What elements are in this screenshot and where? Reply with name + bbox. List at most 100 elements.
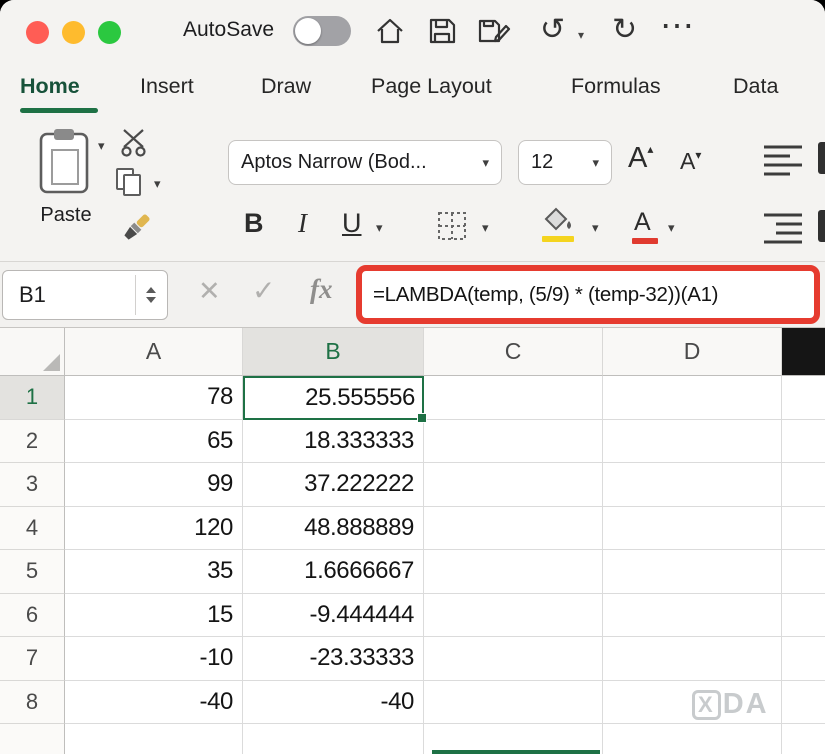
font-size-select[interactable]: 12 ▾ xyxy=(518,140,612,185)
font-name-select[interactable]: Aptos Narrow (Bod... ▾ xyxy=(228,140,502,185)
column-header-c[interactable]: C xyxy=(424,328,603,376)
shrink-font-button[interactable]: A▾ xyxy=(680,148,701,175)
cell-E3[interactable] xyxy=(782,463,825,507)
more-commands-icon[interactable]: ⋯ xyxy=(660,10,696,42)
cell-C7[interactable] xyxy=(424,637,603,681)
borders-chevron-icon[interactable]: ▾ xyxy=(482,220,489,236)
cell-B8[interactable]: -40 xyxy=(243,681,424,725)
row-header-1[interactable]: 1 xyxy=(0,376,65,420)
autosave-toggle[interactable] xyxy=(293,16,351,46)
cell-B4[interactable]: 48.888889 xyxy=(243,507,424,551)
row-header-6[interactable]: 6 xyxy=(0,594,65,638)
redo-icon[interactable]: ↻ xyxy=(612,14,637,46)
cell-E1[interactable] xyxy=(782,376,825,420)
name-box-stepper[interactable] xyxy=(135,275,165,315)
cell-A3[interactable]: 99 xyxy=(65,463,243,507)
cell-C3[interactable] xyxy=(424,463,603,507)
copy-dropdown-chevron-icon[interactable]: ▾ xyxy=(154,176,161,192)
insert-function-icon[interactable]: fx xyxy=(310,274,333,305)
cell-D7[interactable] xyxy=(603,637,782,681)
cell-A1[interactable]: 78 xyxy=(65,376,243,420)
stepper-up-icon[interactable] xyxy=(146,287,156,293)
cell-B3[interactable]: 37.222222 xyxy=(243,463,424,507)
cell-A8[interactable]: -40 xyxy=(65,681,243,725)
italic-button[interactable]: I xyxy=(298,208,307,239)
cell-C1[interactable] xyxy=(424,376,603,420)
save-as-icon[interactable] xyxy=(476,15,508,47)
tab-page-layout[interactable]: Page Layout xyxy=(371,74,492,99)
row-header-7[interactable]: 7 xyxy=(0,637,65,681)
bold-button[interactable]: B xyxy=(244,208,264,239)
row-header-5[interactable]: 5 xyxy=(0,550,65,594)
cell-B7[interactable]: -23.33333 xyxy=(243,637,424,681)
row-header-9[interactable] xyxy=(0,724,65,754)
home-icon[interactable] xyxy=(374,15,406,47)
cell-B2[interactable]: 18.333333 xyxy=(243,420,424,464)
cell-D4[interactable] xyxy=(603,507,782,551)
cell-E6[interactable] xyxy=(782,594,825,638)
cell-A6[interactable]: 15 xyxy=(65,594,243,638)
cell-D6[interactable] xyxy=(603,594,782,638)
zoom-window-button[interactable] xyxy=(98,21,121,44)
borders-icon[interactable] xyxy=(436,210,468,242)
cell-B9[interactable] xyxy=(243,724,424,754)
cell-A2[interactable]: 65 xyxy=(65,420,243,464)
confirm-entry-icon[interactable]: ✓ xyxy=(252,274,275,307)
cell-E8[interactable] xyxy=(782,681,825,725)
cell-D9[interactable] xyxy=(603,724,782,754)
cell-A5[interactable]: 35 xyxy=(65,550,243,594)
underline-chevron-icon[interactable]: ▾ xyxy=(376,220,383,236)
font-color-icon[interactable]: A xyxy=(634,208,651,237)
cell-A4[interactable]: 120 xyxy=(65,507,243,551)
cell-A7[interactable]: -10 xyxy=(65,637,243,681)
cell-C6[interactable] xyxy=(424,594,603,638)
row-header-2[interactable]: 2 xyxy=(0,420,65,464)
cell-A9[interactable] xyxy=(65,724,243,754)
stepper-down-icon[interactable] xyxy=(146,297,156,303)
cell-B1[interactable]: 25.555556 xyxy=(243,376,424,420)
cell-D5[interactable] xyxy=(603,550,782,594)
cell-E5[interactable] xyxy=(782,550,825,594)
tab-formulas[interactable]: Formulas xyxy=(571,74,661,99)
tab-draw[interactable]: Draw xyxy=(261,74,311,99)
font-color-chevron-icon[interactable]: ▾ xyxy=(668,220,675,236)
cell-D1[interactable] xyxy=(603,376,782,420)
cell-E9[interactable] xyxy=(782,724,825,754)
cell-C5[interactable] xyxy=(424,550,603,594)
undo-icon[interactable]: ↺ xyxy=(540,14,565,46)
cell-C8[interactable] xyxy=(424,681,603,725)
copy-icon[interactable] xyxy=(116,168,146,198)
indent-icon[interactable] xyxy=(764,212,804,244)
close-window-button[interactable] xyxy=(26,21,49,44)
grow-font-button[interactable]: A▴ xyxy=(628,142,653,175)
align-text-icon[interactable] xyxy=(764,144,804,176)
minimize-window-button[interactable] xyxy=(62,21,85,44)
underline-button[interactable]: U xyxy=(342,208,362,239)
formula-input[interactable]: =LAMBDA(temp, (5/9) * (temp-32))(A1) xyxy=(373,283,718,307)
column-header-a[interactable]: A xyxy=(65,328,243,376)
cell-C4[interactable] xyxy=(424,507,603,551)
cell-D3[interactable] xyxy=(603,463,782,507)
cell-C2[interactable] xyxy=(424,420,603,464)
cell-B6[interactable]: -9.444444 xyxy=(243,594,424,638)
row-header-8[interactable]: 8 xyxy=(0,681,65,725)
name-box[interactable]: B1 xyxy=(2,270,168,320)
cell-D2[interactable] xyxy=(603,420,782,464)
select-all-corner[interactable] xyxy=(0,328,65,376)
tab-home[interactable]: Home xyxy=(20,74,80,99)
cell-E4[interactable] xyxy=(782,507,825,551)
column-header-b[interactable]: B xyxy=(243,328,424,376)
row-header-4[interactable]: 4 xyxy=(0,507,65,551)
column-header-d[interactable]: D xyxy=(603,328,782,376)
fill-color-icon[interactable] xyxy=(540,206,576,234)
cell-B5[interactable]: 1.6666667 xyxy=(243,550,424,594)
paste-button[interactable] xyxy=(36,126,94,198)
cell-E2[interactable] xyxy=(782,420,825,464)
save-icon[interactable] xyxy=(426,15,458,47)
format-painter-icon[interactable] xyxy=(116,210,154,248)
row-header-3[interactable]: 3 xyxy=(0,463,65,507)
cut-icon[interactable] xyxy=(118,128,150,158)
fill-color-chevron-icon[interactable]: ▾ xyxy=(592,220,599,236)
undo-chevron-icon[interactable]: ▾ xyxy=(578,28,584,42)
tab-data[interactable]: Data xyxy=(733,74,778,99)
